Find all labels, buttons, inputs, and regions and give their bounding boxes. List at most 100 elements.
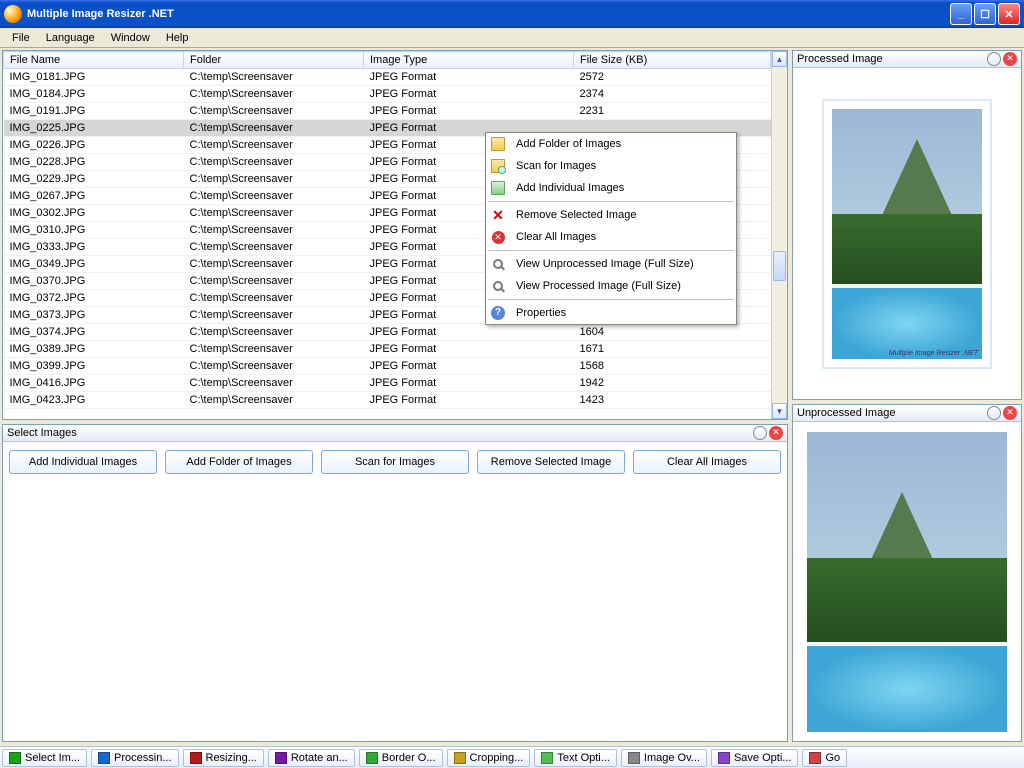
cell-name: IMG_0416.JPG bbox=[4, 375, 184, 392]
status-tab-icon bbox=[454, 752, 466, 764]
status-tab[interactable]: Select Im... bbox=[2, 749, 87, 767]
status-tab[interactable]: Go bbox=[802, 749, 847, 767]
status-tab[interactable]: Image Ov... bbox=[621, 749, 707, 767]
vertical-scrollbar[interactable]: ▲ ▼ bbox=[771, 51, 787, 419]
cell-size: 2374 bbox=[574, 86, 771, 103]
cell-name: IMG_0267.JPG bbox=[4, 188, 184, 205]
table-row[interactable]: IMG_0181.JPGC:\temp\ScreensaverJPEG Form… bbox=[4, 69, 771, 86]
cell-folder: C:\temp\Screensaver bbox=[184, 205, 364, 222]
add-individual-images-button[interactable]: Add Individual Images bbox=[9, 450, 157, 474]
cell-size: 1942 bbox=[574, 375, 771, 392]
remove-icon: ✕ bbox=[492, 208, 504, 222]
magnifier-icon bbox=[493, 281, 503, 291]
status-tab-icon bbox=[98, 752, 110, 764]
status-tab-icon bbox=[190, 752, 202, 764]
context-properties[interactable]: ?Properties bbox=[486, 302, 736, 324]
table-row[interactable]: IMG_0184.JPGC:\temp\ScreensaverJPEG Form… bbox=[4, 86, 771, 103]
cell-folder: C:\temp\Screensaver bbox=[184, 86, 364, 103]
menu-window[interactable]: Window bbox=[103, 30, 158, 46]
magnifier-icon[interactable] bbox=[753, 426, 767, 440]
minimize-button[interactable]: _ bbox=[950, 3, 972, 25]
cell-name: IMG_0372.JPG bbox=[4, 290, 184, 307]
col-folder[interactable]: Folder bbox=[184, 52, 364, 69]
close-button[interactable]: ✕ bbox=[998, 3, 1020, 25]
separator bbox=[488, 250, 734, 251]
menu-file[interactable]: File bbox=[4, 30, 38, 46]
cell-folder: C:\temp\Screensaver bbox=[184, 273, 364, 290]
menu-help[interactable]: Help bbox=[158, 30, 197, 46]
table-row[interactable]: IMG_0374.JPGC:\temp\ScreensaverJPEG Form… bbox=[4, 324, 771, 341]
status-tab-icon bbox=[809, 752, 821, 764]
separator bbox=[488, 201, 734, 202]
cell-name: IMG_0226.JPG bbox=[4, 137, 184, 154]
context-add-folder[interactable]: Add Folder of Images bbox=[486, 133, 736, 155]
table-row[interactable]: IMG_0191.JPGC:\temp\ScreensaverJPEG Form… bbox=[4, 103, 771, 120]
context-clear-all[interactable]: ✕Clear All Images bbox=[486, 226, 736, 248]
scroll-down-icon[interactable]: ▼ bbox=[772, 403, 787, 419]
col-imagetype[interactable]: Image Type bbox=[364, 52, 574, 69]
cell-type: JPEG Format bbox=[364, 86, 574, 103]
image-caption: Multiple Image Resizer .NET bbox=[889, 350, 978, 357]
cell-folder: C:\temp\Screensaver bbox=[184, 358, 364, 375]
status-tab[interactable]: Text Opti... bbox=[534, 749, 617, 767]
menu-language[interactable]: Language bbox=[38, 30, 103, 46]
col-filename[interactable]: File Name bbox=[4, 52, 184, 69]
magnifier-icon[interactable] bbox=[987, 52, 1001, 66]
maximize-button[interactable]: ☐ bbox=[974, 3, 996, 25]
context-remove-selected[interactable]: ✕Remove Selected Image bbox=[486, 204, 736, 226]
status-tab-label: Processin... bbox=[114, 752, 171, 764]
unprocessed-image-panel: Unprocessed Image ✕ bbox=[792, 404, 1022, 742]
cell-folder: C:\temp\Screensaver bbox=[184, 222, 364, 239]
cell-type: JPEG Format bbox=[364, 324, 574, 341]
table-row[interactable]: IMG_0416.JPGC:\temp\ScreensaverJPEG Form… bbox=[4, 375, 771, 392]
cell-name: IMG_0225.JPG bbox=[4, 120, 184, 137]
add-folder-of-images-button[interactable]: Add Folder of Images bbox=[165, 450, 313, 474]
cell-type: JPEG Format bbox=[364, 103, 574, 120]
scroll-thumb[interactable] bbox=[773, 251, 786, 281]
context-view-unprocessed[interactable]: View Unprocessed Image (Full Size) bbox=[486, 253, 736, 275]
remove-selected-image-button[interactable]: Remove Selected Image bbox=[477, 450, 625, 474]
cell-size: 1604 bbox=[574, 324, 771, 341]
cell-name: IMG_0229.JPG bbox=[4, 171, 184, 188]
cell-size: 1423 bbox=[574, 392, 771, 409]
table-row[interactable]: IMG_0389.JPGC:\temp\ScreensaverJPEG Form… bbox=[4, 341, 771, 358]
menu-bar: File Language Window Help bbox=[0, 28, 1024, 48]
close-icon[interactable]: ✕ bbox=[1003, 52, 1017, 66]
status-tab[interactable]: Resizing... bbox=[183, 749, 264, 767]
cell-folder: C:\temp\Screensaver bbox=[184, 256, 364, 273]
context-add-individual[interactable]: Add Individual Images bbox=[486, 177, 736, 199]
cell-folder: C:\temp\Screensaver bbox=[184, 69, 364, 86]
close-icon[interactable]: ✕ bbox=[1003, 406, 1017, 420]
status-tab[interactable]: Border O... bbox=[359, 749, 443, 767]
scan-for-images-button[interactable]: Scan for Images bbox=[321, 450, 469, 474]
cell-folder: C:\temp\Screensaver bbox=[184, 290, 364, 307]
scroll-up-icon[interactable]: ▲ bbox=[772, 51, 787, 67]
status-tab[interactable]: Processin... bbox=[91, 749, 178, 767]
status-tab-icon bbox=[366, 752, 378, 764]
status-tab-icon bbox=[541, 752, 553, 764]
context-scan-images[interactable]: Scan for Images bbox=[486, 155, 736, 177]
cell-name: IMG_0310.JPG bbox=[4, 222, 184, 239]
cell-folder: C:\temp\Screensaver bbox=[184, 341, 364, 358]
cell-name: IMG_0374.JPG bbox=[4, 324, 184, 341]
magnifier-icon[interactable] bbox=[987, 406, 1001, 420]
magnifier-icon bbox=[493, 259, 503, 269]
cell-name: IMG_0423.JPG bbox=[4, 392, 184, 409]
status-tab[interactable]: Cropping... bbox=[447, 749, 531, 767]
clear-all-images-button[interactable]: Clear All Images bbox=[633, 450, 781, 474]
unprocessed-image bbox=[807, 432, 1007, 732]
cell-name: IMG_0228.JPG bbox=[4, 154, 184, 171]
cell-type: JPEG Format bbox=[364, 375, 574, 392]
close-icon[interactable]: ✕ bbox=[769, 426, 783, 440]
cell-size: 2231 bbox=[574, 103, 771, 120]
status-tab[interactable]: Save Opti... bbox=[711, 749, 798, 767]
context-view-processed[interactable]: View Processed Image (Full Size) bbox=[486, 275, 736, 297]
separator bbox=[488, 299, 734, 300]
col-filesize[interactable]: File Size (KB) bbox=[574, 52, 771, 69]
table-row[interactable]: IMG_0399.JPGC:\temp\ScreensaverJPEG Form… bbox=[4, 358, 771, 375]
unprocessed-image-title: Unprocessed Image bbox=[797, 407, 895, 419]
status-tab-label: Rotate an... bbox=[291, 752, 348, 764]
status-tab[interactable]: Rotate an... bbox=[268, 749, 355, 767]
processed-image-panel: Processed Image ✕ Multiple Image Resizer… bbox=[792, 50, 1022, 400]
table-row[interactable]: IMG_0423.JPGC:\temp\ScreensaverJPEG Form… bbox=[4, 392, 771, 409]
